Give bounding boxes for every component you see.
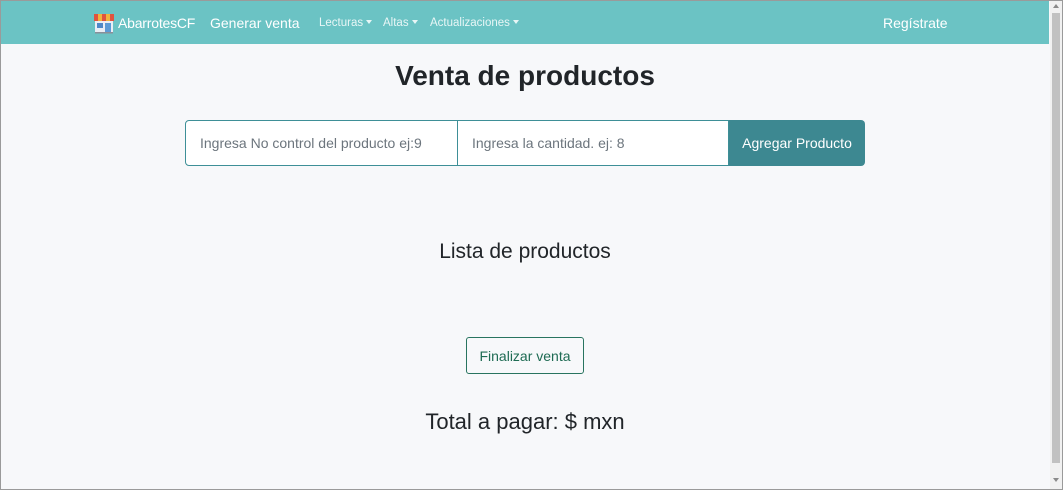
caret-down-icon bbox=[411, 20, 418, 24]
scroll-up-icon[interactable] bbox=[1053, 4, 1059, 8]
nav-lecturas-dropdown[interactable]: Lecturas bbox=[319, 17, 373, 29]
nav-generar-venta[interactable]: Generar venta bbox=[210, 15, 300, 31]
add-product-button[interactable]: Agregar Producto bbox=[729, 120, 865, 166]
brand[interactable]: AbarrotesCF bbox=[93, 12, 195, 34]
navbar: AbarrotesCF Generar venta Lecturas Altas… bbox=[1, 1, 1049, 44]
nav-actualizaciones-label: Actualizaciones bbox=[430, 17, 510, 29]
product-list-title: Lista de productos bbox=[439, 240, 611, 263]
nav-altas-dropdown[interactable]: Altas bbox=[383, 17, 418, 29]
product-code-input[interactable] bbox=[185, 120, 458, 166]
caret-down-icon bbox=[366, 20, 373, 24]
store-icon bbox=[94, 14, 114, 34]
caret-down-icon bbox=[512, 20, 519, 24]
scroll-down-icon[interactable] bbox=[1053, 478, 1059, 482]
total-to-pay: Total a pagar: $ mxn bbox=[425, 409, 625, 434]
nav-register-link[interactable]: Regístrate bbox=[883, 15, 948, 31]
scroll-thumb[interactable] bbox=[1052, 13, 1060, 463]
finish-sale-button[interactable]: Finalizar venta bbox=[466, 337, 584, 374]
nav-lecturas-label: Lecturas bbox=[319, 17, 364, 29]
brand-name: AbarrotesCF bbox=[118, 15, 196, 31]
vertical-scrollbar[interactable] bbox=[1050, 1, 1062, 489]
quantity-input[interactable] bbox=[458, 120, 729, 166]
page-title: Venta de productos bbox=[395, 60, 655, 91]
nav-altas-label: Altas bbox=[383, 17, 409, 29]
add-product-form: Agregar Producto bbox=[185, 120, 865, 166]
nav-actualizaciones-dropdown[interactable]: Actualizaciones bbox=[430, 17, 519, 29]
